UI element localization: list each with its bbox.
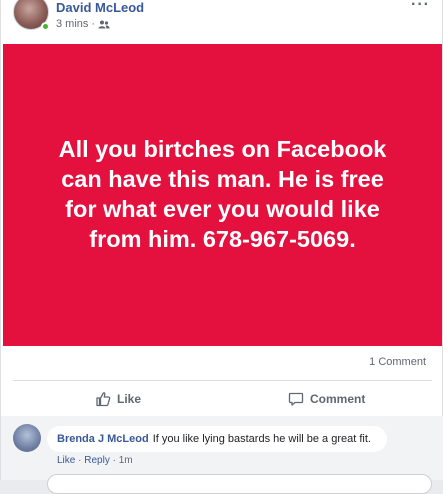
comment-actions-separator-2: · <box>112 455 116 466</box>
comment-bubble-icon <box>288 392 304 406</box>
friends-icon[interactable] <box>98 20 110 29</box>
more-horizontal-icon: ··· <box>411 0 430 13</box>
comment-time[interactable]: 1m <box>119 455 133 466</box>
banner-text: All you birtches on Facebook can have th… <box>58 136 387 252</box>
like-label: Like <box>117 392 142 406</box>
online-status-dot <box>41 22 50 31</box>
post-text-banner: All you birtches on Facebook can have th… <box>3 44 442 346</box>
thumbs-up-icon <box>96 392 111 407</box>
author-name[interactable]: David McLeod <box>56 0 144 15</box>
facebook-post: David McLeod 3 mins · ··· All you birtch… <box>0 0 443 494</box>
comment-text: If you like lying bastards he will be a … <box>152 433 371 445</box>
divider <box>13 380 432 381</box>
post-meta: 3 mins · <box>56 18 110 30</box>
comment-actions: Like · Reply · 1m <box>57 455 133 466</box>
comment-bubble: Brenda J McLeod If you like lying bastar… <box>47 426 387 452</box>
comment-count-link[interactable]: 1 Comment <box>369 356 426 368</box>
comment-reply-link[interactable]: Reply <box>84 455 110 466</box>
comment-actions-separator: · <box>78 455 82 466</box>
comment-button[interactable]: Comment <box>288 388 365 410</box>
commenter-name[interactable]: Brenda J McLeod <box>57 433 149 445</box>
comment-label: Comment <box>310 392 366 406</box>
write-comment-input[interactable] <box>47 474 432 494</box>
like-button[interactable]: Like <box>95 388 141 410</box>
more-options-button[interactable]: ··· <box>411 0 430 14</box>
meta-separator: · <box>91 18 96 30</box>
post-time[interactable]: 3 mins <box>56 18 88 30</box>
comment-like-link[interactable]: Like <box>57 455 75 466</box>
commenter-avatar[interactable] <box>13 424 41 452</box>
